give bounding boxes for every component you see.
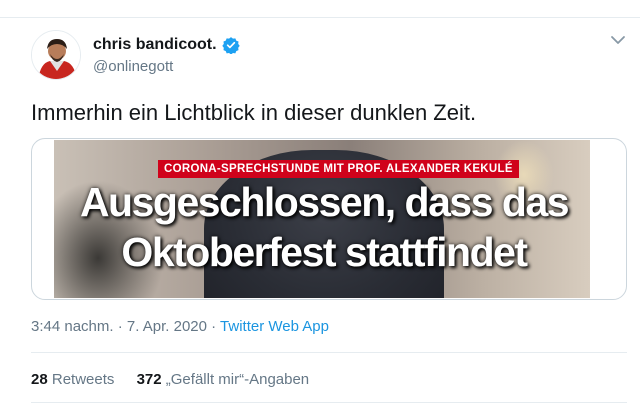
tweet-stats: 28 Retweets 372 „Gefällt mir“-Angaben bbox=[31, 371, 327, 388]
meta-separator: · bbox=[113, 318, 127, 335]
retweets-label: Retweets bbox=[51, 371, 115, 388]
tweet-date[interactable]: 7. Apr. 2020 bbox=[127, 318, 207, 335]
media-image[interactable]: CORONA-SPRECHSTUNDE MIT PROF. ALEXANDER … bbox=[54, 140, 590, 298]
likes-count: 372 bbox=[136, 371, 162, 388]
likes-label: „Gefällt mir“-Angaben bbox=[165, 371, 310, 388]
author-name-row: chris bandicoot. bbox=[93, 36, 240, 55]
verified-badge-icon bbox=[221, 36, 240, 55]
media-kicker: CORONA-SPRECHSTUNDE MIT PROF. ALEXANDER … bbox=[158, 160, 519, 178]
retweets-stat[interactable]: 28 Retweets bbox=[31, 371, 114, 388]
retweets-count: 28 bbox=[31, 371, 48, 388]
author-display-name[interactable]: chris bandicoot. bbox=[93, 36, 217, 54]
media-headline-line2: Oktoberfest stattfindet bbox=[121, 229, 528, 275]
media-headline-line1: Ausgeschlossen, dass das bbox=[79, 179, 570, 225]
chevron-down-icon[interactable] bbox=[609, 33, 627, 47]
top-divider bbox=[0, 17, 640, 18]
meta-divider bbox=[31, 352, 627, 353]
tweet-text: Immerhin ein Lichtblick in dieser dunkle… bbox=[31, 100, 477, 125]
meta-separator-2: · bbox=[206, 318, 221, 335]
likes-stat[interactable]: 372 „Gefällt mir“-Angaben bbox=[137, 371, 310, 388]
avatar-image bbox=[32, 31, 80, 79]
tweet-time[interactable]: 3:44 nachm. bbox=[31, 318, 114, 335]
author-handle[interactable]: @onlinegott bbox=[93, 58, 173, 75]
tweet-meta: 3:44 nachm. · 7. Apr. 2020 · Twitter Web… bbox=[31, 318, 329, 335]
stats-divider bbox=[31, 402, 627, 403]
media-card[interactable]: CORONA-SPRECHSTUNDE MIT PROF. ALEXANDER … bbox=[31, 138, 627, 300]
avatar[interactable] bbox=[31, 30, 81, 80]
tweet-source-link[interactable]: Twitter Web App bbox=[220, 318, 329, 335]
